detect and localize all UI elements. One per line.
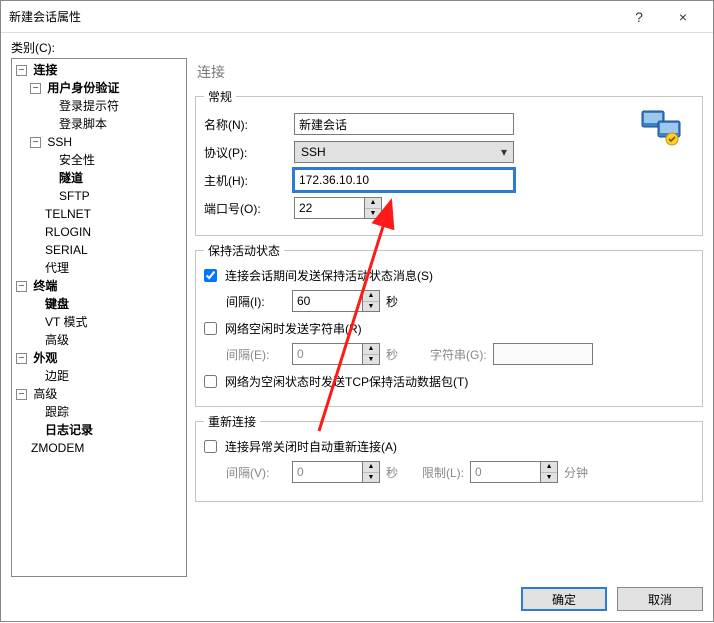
tree-item-rlogin[interactable]: RLOGIN	[45, 225, 91, 239]
category-label: 类别(C):	[11, 39, 703, 56]
tree-toggler[interactable]: −	[16, 65, 27, 76]
limit-l-spinner: ▲▼	[470, 461, 558, 483]
spin-down[interactable]: ▼	[365, 209, 381, 219]
minutes-unit: 分钟	[564, 464, 588, 481]
send-status-checkbox[interactable]	[204, 269, 217, 282]
help-button[interactable]: ?	[617, 1, 661, 33]
tree-toggler[interactable]: −	[16, 353, 27, 364]
interval-v-spinner: ▲▼	[292, 461, 380, 483]
tree-item-zmodem[interactable]: ZMODEM	[31, 441, 84, 455]
tree-item-appearance[interactable]: 外观	[33, 351, 57, 365]
interval-v-label: 间隔(V):	[226, 464, 286, 481]
spin-down: ▼	[363, 473, 379, 483]
interval-e-input	[292, 343, 362, 365]
spin-up[interactable]: ▲	[363, 291, 379, 302]
host-input[interactable]	[294, 169, 514, 191]
tree-item-serial[interactable]: SERIAL	[45, 243, 88, 257]
auto-reconnect-label: 连接异常关闭时自动重新连接(A)	[225, 438, 397, 455]
port-label: 端口号(O):	[204, 200, 290, 217]
tree-toggler[interactable]: −	[16, 281, 27, 292]
keepalive-legend: 保持活动状态	[204, 242, 284, 259]
spin-up: ▲	[541, 462, 557, 473]
send-idle-string-checkbox[interactable]	[204, 322, 217, 335]
tree-item-terminal[interactable]: 终端	[33, 279, 57, 293]
ok-button[interactable]: 确定	[521, 587, 607, 611]
tree-item-loginprompt[interactable]: 登录提示符	[59, 99, 119, 113]
tree-item-terminal-advanced[interactable]: 高级	[45, 333, 69, 347]
tree-item-advanced[interactable]: 高级	[33, 387, 57, 401]
keepalive-group: 保持活动状态 连接会话期间发送保持活动状态消息(S) 间隔(I): ▲▼ 秒	[195, 242, 703, 407]
tree-item-loginscript[interactable]: 登录脚本	[59, 117, 107, 131]
spin-up: ▲	[363, 462, 379, 473]
tree-item-trace[interactable]: 跟踪	[45, 405, 69, 419]
reconnect-group: 重新连接 连接异常关闭时自动重新连接(A) 间隔(V): ▲▼ 秒 限制(	[195, 413, 703, 502]
tree-item-tunnel[interactable]: 隧道	[59, 171, 83, 185]
protocol-value: SSH	[301, 145, 326, 159]
cancel-button[interactable]: 取消	[617, 587, 703, 611]
spin-up: ▲	[363, 344, 379, 355]
tree-item-margin[interactable]: 边距	[45, 369, 69, 383]
interval-e-label: 间隔(E):	[226, 346, 286, 363]
spin-down: ▼	[363, 355, 379, 365]
tree-item-ssh[interactable]: SSH	[47, 135, 72, 149]
reconnect-legend: 重新连接	[204, 413, 260, 430]
spin-up[interactable]: ▲	[365, 198, 381, 209]
tree-item-connection[interactable]: 连接	[33, 63, 57, 77]
tree-item-userauth[interactable]: 用户身份验证	[47, 81, 119, 95]
spin-down[interactable]: ▼	[363, 302, 379, 312]
category-tree[interactable]: − 连接 − 用户身份验证 登录提示符 登录脚本	[11, 58, 187, 577]
seconds-unit: 秒	[386, 293, 398, 310]
tree-item-vtmode[interactable]: VT 模式	[45, 315, 87, 329]
tree-toggler[interactable]: −	[16, 389, 27, 400]
tree-item-security[interactable]: 安全性	[59, 153, 95, 167]
name-label: 名称(N):	[204, 116, 290, 133]
tree-toggler[interactable]: −	[30, 83, 41, 94]
tree-item-sftp[interactable]: SFTP	[59, 189, 90, 203]
spin-down: ▼	[541, 473, 557, 483]
tree-item-telnet[interactable]: TELNET	[45, 207, 91, 221]
port-spinner[interactable]: ▲▼	[294, 197, 382, 219]
interval-i-spinner[interactable]: ▲▼	[292, 290, 380, 312]
window-title: 新建会话属性	[9, 8, 617, 25]
seconds-unit: 秒	[386, 346, 398, 363]
interval-v-input	[292, 461, 362, 483]
auto-reconnect-checkbox[interactable]	[204, 440, 217, 453]
interval-e-spinner: ▲▼	[292, 343, 380, 365]
send-idle-string-label: 网络空闲时发送字符串(R)	[225, 320, 362, 337]
host-label: 主机(H):	[204, 172, 290, 189]
limit-l-input	[470, 461, 540, 483]
protocol-label: 协议(P):	[204, 144, 290, 161]
interval-i-label: 间隔(I):	[226, 293, 286, 310]
tree-item-keyboard[interactable]: 键盘	[45, 297, 69, 311]
send-status-label: 连接会话期间发送保持活动状态消息(S)	[225, 267, 433, 284]
protocol-select[interactable]: SSH	[294, 141, 514, 163]
page-heading: 连接	[195, 58, 703, 82]
connection-icon	[640, 105, 684, 149]
limit-l-label: 限制(L):	[422, 464, 464, 481]
send-tcp-checkbox[interactable]	[204, 375, 217, 388]
name-input[interactable]	[294, 113, 514, 135]
string-g-label: 字符串(G):	[430, 346, 487, 363]
port-input[interactable]	[294, 197, 364, 219]
seconds-unit: 秒	[386, 464, 398, 481]
tree-item-proxy[interactable]: 代理	[45, 261, 69, 275]
tree-item-logging[interactable]: 日志记录	[45, 423, 93, 437]
close-button[interactable]: ×	[661, 1, 705, 33]
string-g-input	[493, 343, 593, 365]
general-group: 常规 名称(N):	[195, 88, 703, 236]
send-tcp-label: 网络为空闲状态时发送TCP保持活动数据包(T)	[225, 373, 468, 390]
general-legend: 常规	[204, 88, 236, 105]
interval-i-input[interactable]	[292, 290, 362, 312]
tree-toggler[interactable]: −	[30, 137, 41, 148]
